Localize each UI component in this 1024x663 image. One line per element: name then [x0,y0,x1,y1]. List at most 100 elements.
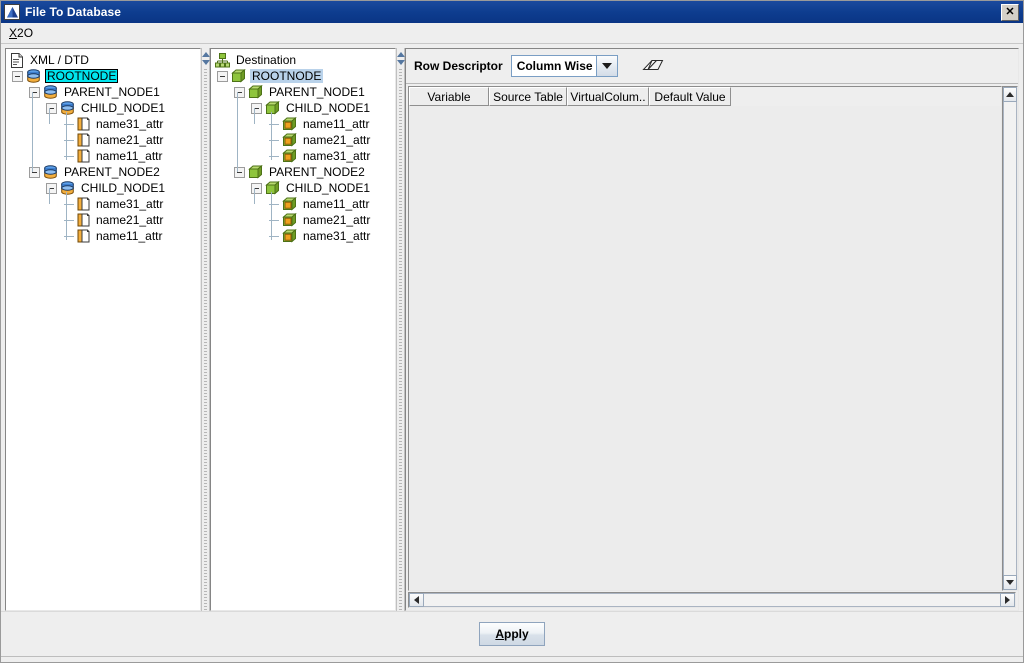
menu-item-x2o[interactable]: X2O [7,25,39,41]
tree-node[interactable]: PARENT_NODE1 [213,84,395,100]
tree-node[interactable]: name21_attr [213,212,395,228]
destination-tree[interactable]: Destination ROOTNODE PARENT_NODE1 CHILD_… [211,49,395,610]
tree-node[interactable]: PARENT_NODE2 [8,164,200,180]
tree-toggle-collapse-icon[interactable] [234,166,245,178]
tree-node[interactable]: CHILD_NODE1 [213,180,395,196]
tree-guide-line [66,112,67,160]
tree-node[interactable]: CHILD_NODE1 [8,100,200,116]
tree-toggle-collapse-icon[interactable] [46,182,57,194]
tree-node[interactable]: name21_attr [8,212,200,228]
source-tree-scrollpane: XML / DTD ROOTNODE PARENT_NODE1 CHILD_NO… [5,48,201,611]
split-divider-right[interactable] [396,48,405,611]
table-column-header[interactable]: Variable [409,87,489,106]
horizontal-scrollbar[interactable] [408,592,1016,608]
row-descriptor-toolbar: Row Descriptor Column Wise [406,49,1018,83]
tree-branch-icon [268,119,279,130]
tree-node-label: name11_attr [303,197,370,211]
table-body[interactable] [409,106,1001,590]
scroll-left-icon[interactable] [409,593,424,607]
vertical-scrollbar[interactable] [1002,86,1018,591]
tree-node-label: PARENT_NODE2 [64,165,160,179]
tree-node[interactable]: name31_attr [8,116,200,132]
tree-node-label: name11_attr [303,117,370,131]
expand-left-icon[interactable] [201,60,210,65]
scroll-down-icon[interactable] [1003,575,1017,590]
tree-branch-icon [268,151,279,162]
main-content: XML / DTD ROOTNODE PARENT_NODE1 CHILD_NO… [1,44,1023,611]
tree-node[interactable]: name21_attr [8,132,200,148]
tree-node-label: name11_attr [96,149,163,163]
tree-node[interactable]: name11_attr [8,228,200,244]
tree-toggle-collapse-icon[interactable] [234,86,245,98]
tree-branch-icon [63,135,74,146]
green-attr-cube-icon [282,196,297,211]
tree-branch-icon [63,119,74,130]
menu-bar: X2O [1,23,1023,44]
tree-guide-line [271,112,272,160]
tree-node[interactable]: ROOTNODE [8,68,200,84]
tree-guide-line [32,92,33,172]
tree-toggle-collapse-icon[interactable] [12,70,23,82]
chevron-down-icon[interactable] [595,56,617,76]
tree-toggle-collapse-icon[interactable] [217,70,228,82]
tree-node-label: PARENT_NODE2 [269,165,365,179]
table-column-header[interactable]: VirtualColum.. [567,87,649,106]
green-attr-cube-icon [282,116,297,131]
expand-right-icon[interactable] [396,60,405,65]
database-node-icon [61,100,74,115]
apply-button[interactable]: Apply [479,622,545,646]
scroll-right-icon[interactable] [1000,593,1015,607]
tree-branch-icon [63,151,74,162]
app-triangle-icon [4,4,20,20]
tree-node-label: ROOTNODE [45,69,119,83]
source_tree-root-label: XML / DTD [30,53,89,67]
split-divider-left[interactable] [201,48,210,611]
tree-branch-icon [268,231,279,242]
source_tree-root-row[interactable]: XML / DTD [8,52,200,68]
close-icon[interactable]: ✕ [1001,3,1019,21]
tree-branch-icon [63,231,74,242]
attribute-page-icon [77,229,90,243]
tree-node[interactable]: CHILD_NODE1 [8,180,200,196]
tree-node[interactable]: name11_attr [213,196,395,212]
tree-node[interactable]: ROOTNODE [213,68,395,84]
tree-node-label: ROOTNODE [250,69,324,83]
tree-node[interactable]: name31_attr [213,148,395,164]
divider-grip [399,69,402,611]
destination_tree-root-label: Destination [236,53,297,67]
table-column-header[interactable]: Default Value [649,87,731,106]
tree-toggle-collapse-icon[interactable] [46,102,57,114]
destination-tree-pane: Destination ROOTNODE PARENT_NODE1 CHILD_… [210,48,396,611]
tree-node-label: CHILD_NODE1 [286,101,371,115]
menu-mnemonic: X [9,26,18,40]
tree-node[interactable]: name11_attr [213,116,395,132]
tree-node[interactable]: CHILD_NODE1 [213,100,395,116]
tree-node[interactable]: name31_attr [213,228,395,244]
tree-node-label: name21_attr [303,133,371,147]
tree-toggle-collapse-icon[interactable] [251,102,262,114]
tree-node-label: PARENT_NODE1 [269,85,365,99]
table-column-header[interactable]: Source Table [489,87,567,106]
row-descriptor-select[interactable]: Column Wise [510,55,618,77]
destination_tree-root-row[interactable]: Destination [213,52,395,68]
mapping-table[interactable]: Variable Source Table VirtualColum.. Defaul… [408,86,1002,591]
tree-node-label: name31_attr [96,197,164,211]
tree-node-label: name21_attr [96,133,164,147]
collapse-right-icon[interactable] [396,52,405,57]
collapse-left-icon[interactable] [201,52,210,57]
horizontal-scroll-track[interactable] [424,593,1000,607]
row-descriptor-label: Row Descriptor [414,59,503,73]
tree-node[interactable]: name11_attr [8,148,200,164]
tree-node[interactable]: PARENT_NODE1 [8,84,200,100]
scroll-up-icon[interactable] [1003,87,1017,102]
green-cube-icon [231,68,246,83]
tree-node[interactable]: name21_attr [213,132,395,148]
tree-toggle-collapse-icon[interactable] [29,166,40,178]
source-tree[interactable]: XML / DTD ROOTNODE PARENT_NODE1 CHILD_NO… [6,49,200,610]
eraser-icon[interactable] [640,56,666,76]
vertical-scroll-track[interactable] [1003,102,1017,575]
tree-toggle-collapse-icon[interactable] [29,86,40,98]
tree-node[interactable]: name31_attr [8,196,200,212]
tree-toggle-collapse-icon[interactable] [251,182,262,194]
tree-node[interactable]: PARENT_NODE2 [213,164,395,180]
